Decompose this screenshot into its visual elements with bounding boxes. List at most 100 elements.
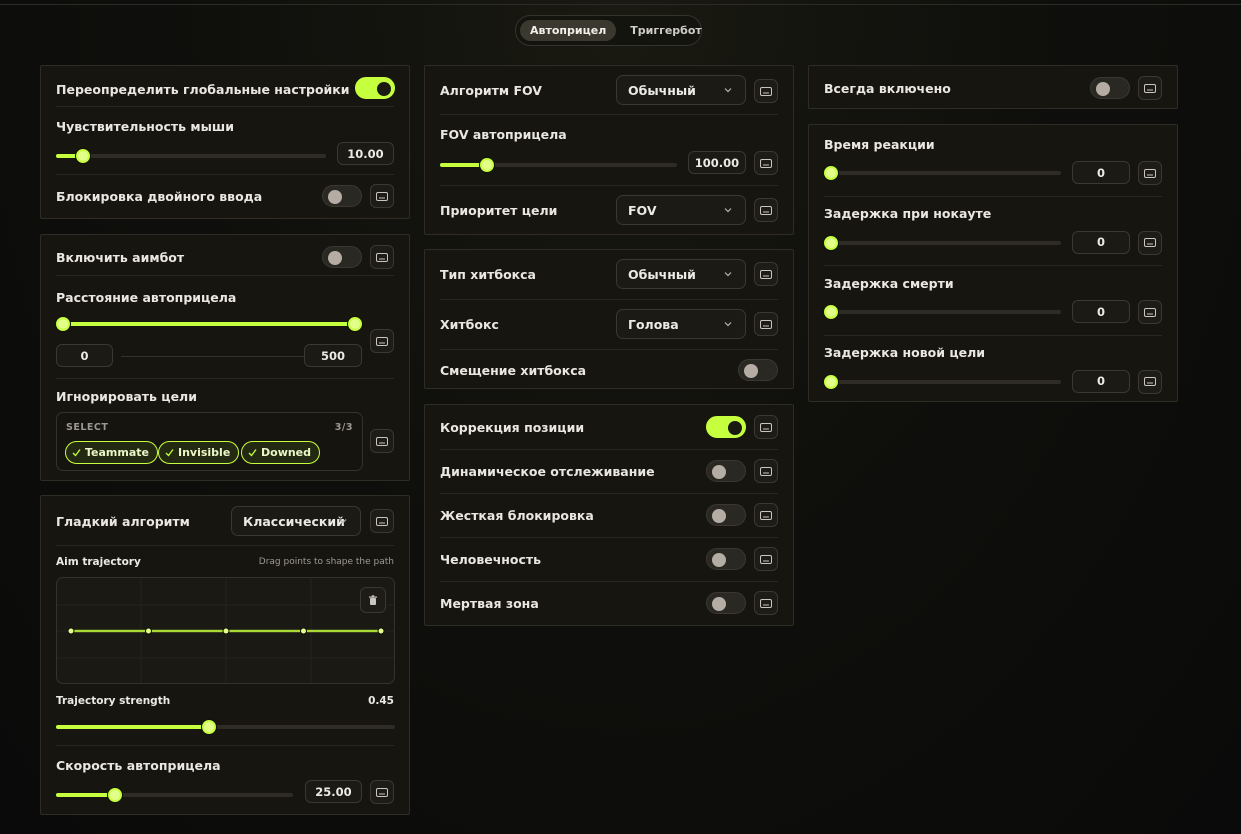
- distance-max-input[interactable]: 500: [304, 344, 362, 367]
- hitbox-select[interactable]: Голова: [616, 309, 746, 339]
- keybind-button[interactable]: [370, 780, 394, 804]
- card-smoothing: Гладкий алгоритм Классический Aim trajec…: [40, 495, 410, 815]
- keybind-button[interactable]: [370, 184, 394, 208]
- slider-thumb[interactable]: [824, 305, 838, 319]
- fov-slider[interactable]: [440, 155, 677, 175]
- keybind-button[interactable]: [370, 245, 394, 269]
- toggle-row-switch[interactable]: [706, 460, 746, 482]
- toggle-row-switch[interactable]: [706, 592, 746, 614]
- trajectory-point[interactable]: [222, 627, 230, 635]
- delete-trajectory-button[interactable]: [360, 587, 386, 613]
- slider-thumb[interactable]: [824, 166, 838, 180]
- card-hitbox: Тип хитбокса Обычный Хитбокс Голова Смещ…: [424, 249, 794, 389]
- delay-value[interactable]: 0: [1072, 300, 1130, 323]
- fov-algo-label: Алгоритм FOV: [440, 82, 542, 98]
- sensitivity-slider[interactable]: [56, 146, 326, 166]
- toggle-row-switch[interactable]: [706, 504, 746, 526]
- aim-speed-label: Скорость автоприцела: [56, 757, 221, 773]
- delay-slider[interactable]: [824, 233, 1061, 253]
- always-on-toggle[interactable]: [1090, 77, 1130, 99]
- slider-thumb[interactable]: [76, 149, 90, 163]
- delay-slider[interactable]: [824, 302, 1061, 322]
- keybind-button[interactable]: [754, 312, 778, 336]
- chevron-down-icon: [339, 519, 347, 524]
- range-connector: [121, 356, 304, 357]
- slider-thumb[interactable]: [824, 374, 838, 389]
- distance-min-input[interactable]: 0: [56, 344, 113, 367]
- delay-value[interactable]: 0: [1072, 161, 1130, 184]
- keybind-button[interactable]: [754, 198, 778, 222]
- delay-slider[interactable]: [824, 163, 1061, 183]
- keybind-button[interactable]: [754, 151, 778, 175]
- delay-slider[interactable]: [824, 372, 1061, 392]
- slider-thumb[interactable]: [824, 235, 838, 250]
- tab-triggerbot[interactable]: Триггербот: [620, 20, 712, 41]
- smooth-algo-select[interactable]: Классический: [231, 506, 361, 536]
- delay-value[interactable]: 0: [1072, 369, 1130, 393]
- fov-value[interactable]: 100.00: [688, 151, 746, 174]
- slider-thumb[interactable]: [480, 158, 495, 172]
- range-thumb-low[interactable]: [56, 317, 70, 331]
- target-priority-select[interactable]: FOV: [616, 195, 746, 225]
- always-on-label: Всегда включено: [824, 80, 951, 96]
- keyboard-icon: [1144, 377, 1156, 386]
- trajectory-canvas[interactable]: [57, 578, 395, 684]
- aim-speed-slider[interactable]: [56, 785, 293, 805]
- keybind-button[interactable]: [754, 415, 778, 439]
- delay-value[interactable]: 0: [1072, 230, 1130, 254]
- keybind-button[interactable]: [370, 429, 394, 453]
- keybind-button[interactable]: [1138, 300, 1162, 324]
- keybind-button[interactable]: [754, 459, 778, 483]
- chip-label: Invisible: [178, 446, 231, 459]
- keyboard-icon: [760, 598, 772, 608]
- enable-aimbot-toggle[interactable]: [322, 246, 362, 268]
- ignore-targets-select[interactable]: SELECT 3/3 Teammate Invisible Downed: [56, 412, 363, 471]
- fov-algo-select[interactable]: Обычный: [616, 75, 746, 105]
- sensitivity-value[interactable]: 10.00: [337, 142, 394, 165]
- keyboard-icon: [1144, 83, 1156, 93]
- mode-tabs: Автоприцел Триггербот: [515, 15, 702, 46]
- trajectory-point[interactable]: [377, 627, 385, 635]
- keyboard-icon: [760, 269, 772, 279]
- override-label: Переопределить глобальные настройки: [56, 81, 350, 97]
- keybind-button[interactable]: [1138, 76, 1162, 100]
- keybind-button[interactable]: [1138, 161, 1162, 185]
- select-value: Обычный: [628, 266, 696, 282]
- keybind-button[interactable]: [754, 79, 778, 103]
- toggle-row-label: Динамическое отслеживание: [440, 463, 655, 479]
- keybind-button[interactable]: [754, 547, 778, 571]
- chip-downed[interactable]: Downed: [241, 441, 321, 464]
- tab-autoaim[interactable]: Автоприцел: [520, 20, 617, 41]
- toggle-row-switch[interactable]: [706, 416, 746, 438]
- keybind-button[interactable]: [754, 591, 778, 615]
- keyboard-icon: [760, 86, 772, 96]
- slider-thumb[interactable]: [201, 720, 216, 734]
- trajectory-strength-slider[interactable]: [56, 717, 395, 737]
- keyboard-icon: [376, 516, 388, 526]
- range-thumb-high[interactable]: [348, 317, 362, 331]
- delay-label: Задержка при нокауте: [824, 206, 992, 221]
- keybind-button[interactable]: [1138, 230, 1162, 255]
- trajectory-point[interactable]: [67, 627, 75, 635]
- keybind-button[interactable]: [1138, 369, 1162, 394]
- chip-invisible[interactable]: Invisible: [158, 441, 240, 464]
- aim-speed-value[interactable]: 25.00: [305, 780, 362, 803]
- keybind-button[interactable]: [754, 503, 778, 527]
- chip-teammate[interactable]: Teammate: [65, 441, 158, 464]
- keybind-button[interactable]: [754, 262, 778, 286]
- slider-thumb[interactable]: [108, 788, 123, 802]
- distance-range-slider[interactable]: [56, 314, 362, 334]
- keybind-button[interactable]: [370, 509, 394, 533]
- toggle-row-label: Мертвая зона: [440, 595, 539, 611]
- toggle-row-switch[interactable]: [706, 548, 746, 570]
- double-input-toggle[interactable]: [322, 185, 362, 207]
- trajectory-point[interactable]: [300, 627, 307, 635]
- keybind-button[interactable]: [370, 329, 394, 353]
- trajectory-hint: Drag points to shape the path: [258, 557, 394, 567]
- keyboard-icon: [760, 466, 772, 476]
- trajectory-point[interactable]: [145, 627, 152, 635]
- hitbox-offset-toggle[interactable]: [738, 359, 778, 381]
- hitbox-type-select[interactable]: Обычный: [616, 259, 746, 289]
- trajectory-editor[interactable]: [56, 577, 395, 684]
- override-toggle[interactable]: [355, 77, 395, 99]
